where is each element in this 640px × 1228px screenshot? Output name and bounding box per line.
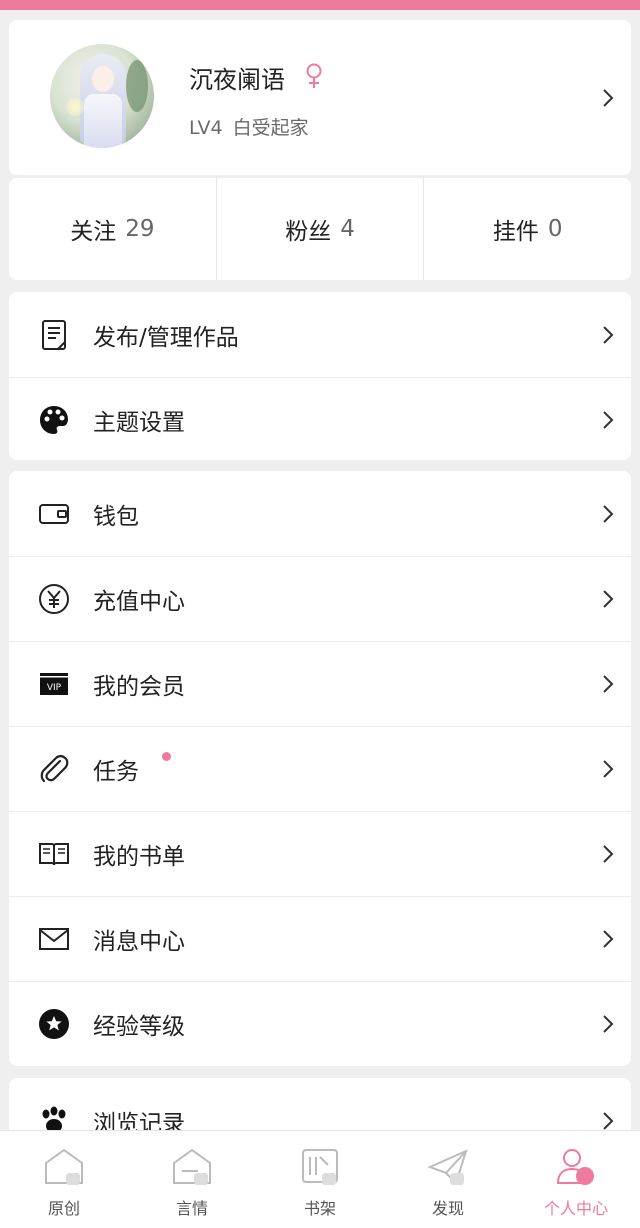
chevron-right-icon bbox=[603, 590, 614, 608]
stat-count: 0 bbox=[547, 216, 563, 242]
stat-count: 29 bbox=[125, 216, 155, 242]
notification-dot bbox=[162, 752, 171, 761]
menu-item-wallet[interactable]: 钱包 bbox=[9, 471, 631, 556]
top-accent-bar bbox=[0, 0, 640, 10]
female-icon bbox=[306, 63, 322, 88]
stat-pendants[interactable]: 挂件 0 bbox=[423, 178, 631, 280]
chevron-right-icon bbox=[603, 845, 614, 863]
document-icon bbox=[37, 318, 71, 352]
menu-item-label: 钱包 bbox=[93, 503, 139, 530]
username: 沉夜阑语 bbox=[189, 66, 285, 94]
menu-item-theme[interactable]: 主题设置 bbox=[9, 377, 631, 460]
menu-item-label: 发布/管理作品 bbox=[93, 324, 239, 351]
heart-home-icon bbox=[173, 1148, 211, 1185]
tab-label: 原创 bbox=[47, 1199, 80, 1218]
menu-item-tasks[interactable]: 任务 bbox=[9, 726, 631, 811]
bookshelf-icon bbox=[302, 1149, 338, 1185]
tab-label: 言情 bbox=[175, 1199, 208, 1218]
chevron-right-icon bbox=[603, 1015, 614, 1033]
book-icon bbox=[37, 837, 71, 871]
paperclip-icon bbox=[37, 752, 71, 786]
menu-item-recharge[interactable]: 充值中心 bbox=[9, 556, 631, 641]
stats-bar: 关注 29 粉丝 4 挂件 0 bbox=[9, 178, 631, 280]
tab-label: 发现 bbox=[431, 1199, 464, 1218]
stat-label: 关注 bbox=[70, 219, 117, 245]
tab-label: 个人中心 bbox=[543, 1199, 608, 1218]
menu-item-label: 经验等级 bbox=[93, 1014, 185, 1040]
menu-item-label: 主题设置 bbox=[93, 410, 185, 436]
menu-item-vip[interactable]: VIP 我的会员 bbox=[9, 641, 631, 726]
bottom-tab-bar: 原创 言情 书架 发现 个人中心 bbox=[0, 1130, 640, 1228]
menu-item-label: 充值中心 bbox=[93, 589, 185, 615]
tab-label: 书架 bbox=[303, 1199, 336, 1218]
profile-card[interactable]: 沉夜阑语 LV4 白受起家 bbox=[9, 20, 631, 175]
avatar[interactable] bbox=[50, 44, 154, 148]
menu-item-label: 我的书单 bbox=[93, 844, 185, 870]
tab-original[interactable]: 原创 bbox=[0, 1131, 128, 1228]
chevron-right-icon bbox=[603, 89, 614, 107]
chevron-right-icon bbox=[603, 930, 614, 948]
level-badge: LV4 bbox=[189, 117, 223, 139]
menu-item-label: 我的会员 bbox=[93, 674, 185, 700]
stat-label: 粉丝 bbox=[285, 219, 332, 245]
chevron-right-icon bbox=[603, 760, 614, 778]
star-badge-icon bbox=[37, 1007, 71, 1041]
svg-text:VIP: VIP bbox=[47, 683, 62, 693]
tab-profile[interactable]: 个人中心 bbox=[512, 1131, 640, 1228]
menu-group-works: 发布/管理作品 主题设置 bbox=[9, 292, 631, 460]
chevron-right-icon bbox=[603, 1111, 614, 1130]
palette-icon bbox=[37, 403, 71, 437]
menu-item-booklist[interactable]: 我的书单 bbox=[9, 811, 631, 896]
wallet-icon bbox=[37, 497, 71, 531]
stat-fans[interactable]: 粉丝 4 bbox=[215, 178, 424, 280]
tab-discover[interactable]: 发现 bbox=[384, 1131, 512, 1228]
home-icon bbox=[45, 1148, 83, 1185]
menu-item-messages[interactable]: 消息中心 bbox=[9, 896, 631, 981]
user-level: LV4 白受起家 bbox=[189, 113, 309, 140]
vip-icon: VIP bbox=[37, 667, 71, 701]
chevron-right-icon bbox=[603, 411, 614, 429]
chevron-right-icon bbox=[603, 325, 614, 344]
menu-item-label: 任务 bbox=[93, 759, 139, 785]
mail-icon bbox=[37, 922, 71, 956]
yen-icon bbox=[37, 582, 71, 616]
chevron-right-icon bbox=[603, 504, 614, 523]
stat-label: 挂件 bbox=[492, 219, 539, 245]
chevron-right-icon bbox=[603, 675, 614, 693]
user-icon bbox=[556, 1149, 594, 1185]
stat-following[interactable]: 关注 29 bbox=[9, 178, 216, 280]
menu-item-label: 消息中心 bbox=[93, 929, 185, 955]
paper-plane-icon bbox=[427, 1149, 468, 1185]
tab-romance[interactable]: 言情 bbox=[128, 1131, 256, 1228]
menu-item-experience[interactable]: 经验等级 bbox=[9, 981, 631, 1066]
stat-count: 4 bbox=[340, 216, 355, 242]
menu-group-account: 钱包 充值中心 VIP 我的会员 任务 我的书单 消息中心 经验等级 bbox=[9, 471, 631, 1066]
user-title: 白受起家 bbox=[232, 117, 309, 139]
tab-bookshelf[interactable]: 书架 bbox=[256, 1131, 384, 1228]
menu-item-publish[interactable]: 发布/管理作品 bbox=[9, 292, 631, 377]
